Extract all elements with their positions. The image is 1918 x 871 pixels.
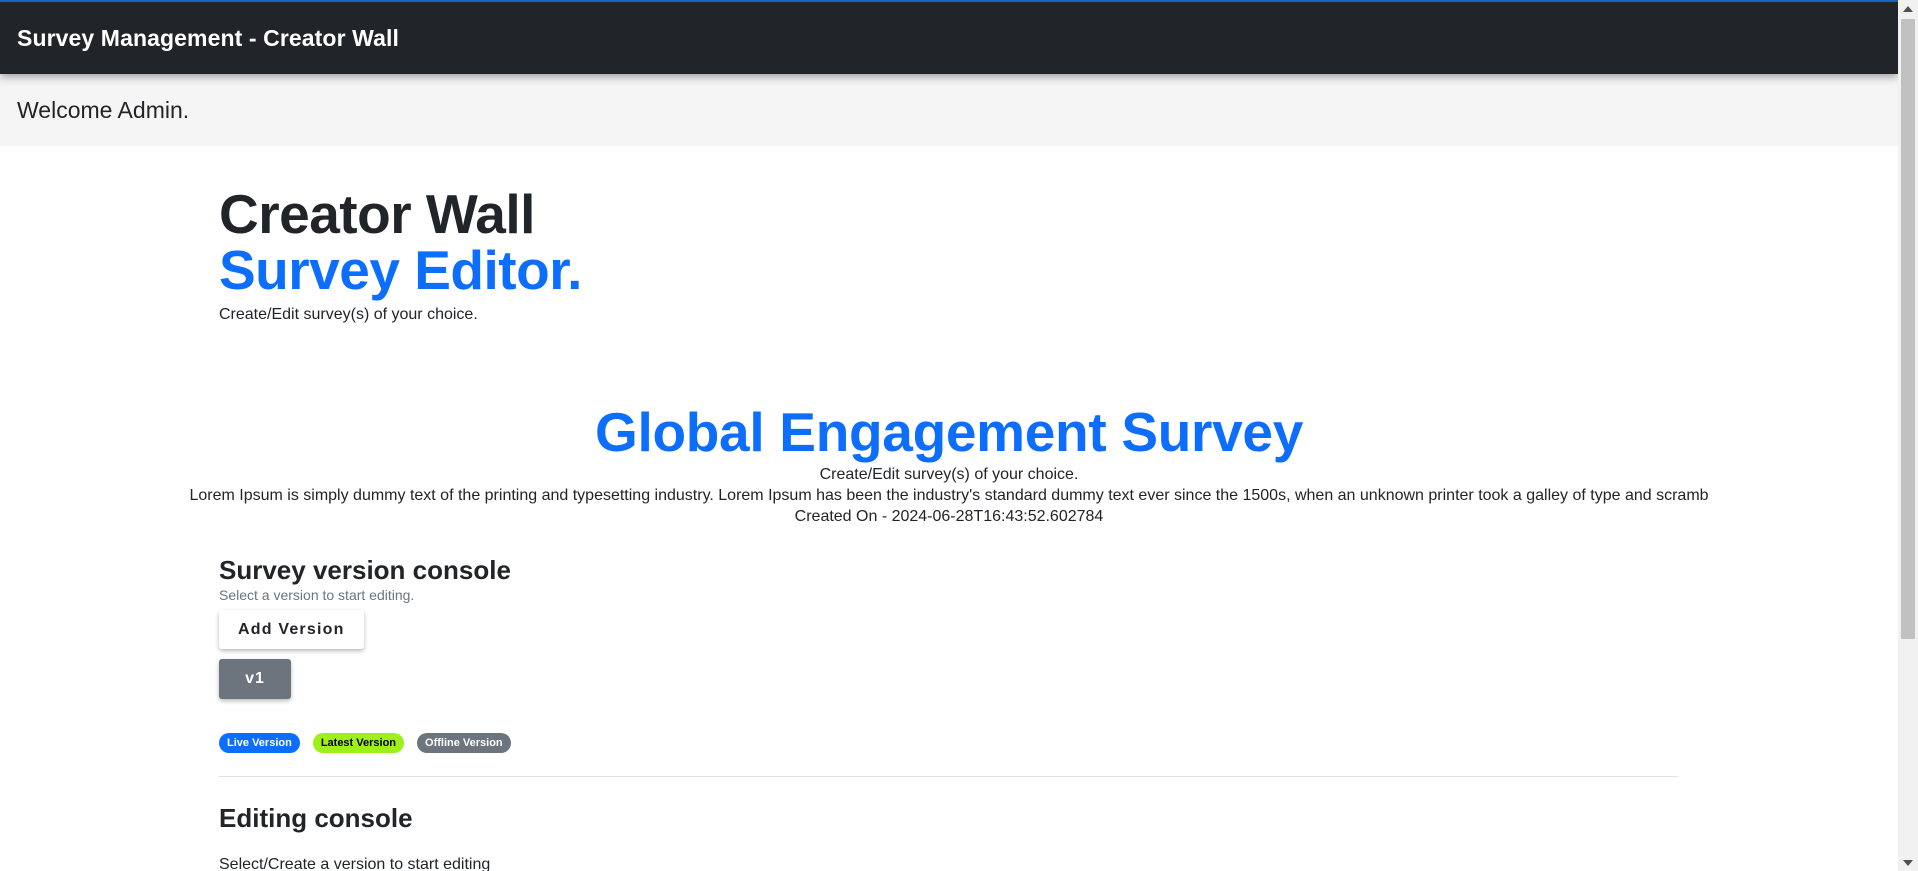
survey-created-on: Created On - 2024-06-28T16:43:52.602784 (794, 508, 1104, 525)
latest-version-badge: Latest Version (312, 733, 405, 753)
survey-description: Lorem Ipsum is simply dummy text of the … (189, 487, 1709, 504)
hero-section: Creator Wall Survey Editor. Create/Edit … (219, 186, 582, 324)
scroll-thumb[interactable] (1901, 19, 1915, 639)
version-console-hint: Select a version to start editing. (219, 587, 415, 603)
survey-header: Global Engagement Survey Create/Edit sur… (0, 400, 1898, 527)
add-version-button[interactable]: Add Version (219, 610, 364, 649)
section-divider (219, 776, 1678, 777)
live-version-badge: Live Version (219, 733, 300, 753)
app-title: Survey Management - Creator Wall (17, 24, 399, 51)
version-console-title: Survey version console (219, 555, 511, 585)
page-subtitle: Survey Editor. (219, 239, 582, 301)
version-console: Survey version console Select a version … (219, 554, 1678, 871)
offline-version-badge: Offline Version (417, 733, 511, 753)
page-description: Create/Edit survey(s) of your choice. (219, 306, 478, 323)
main-content: Creator Wall Survey Editor. Create/Edit … (0, 146, 1898, 871)
page: Survey Management - Creator Wall Welcome… (0, 0, 1918, 871)
editing-console-title: Editing console (219, 803, 413, 833)
version-button-v1[interactable]: v1 (219, 659, 291, 699)
page-title: Creator Wall (219, 183, 535, 245)
editing-console-hint: Select/Create a version to start editing (219, 856, 491, 871)
version-legend: Live Version Latest Version Offline Vers… (219, 733, 1678, 753)
vertical-scrollbar[interactable] (1898, 0, 1918, 871)
scroll-up-arrow-icon[interactable] (1898, 0, 1918, 17)
app-bar: Survey Management - Creator Wall (0, 0, 1898, 74)
welcome-text: Welcome Admin. (17, 96, 190, 123)
survey-title: Global Engagement Survey (595, 401, 1303, 463)
welcome-banner: Welcome Admin. (0, 74, 1898, 146)
survey-tagline: Create/Edit survey(s) of your choice. (819, 466, 1079, 483)
scroll-down-arrow-icon[interactable] (1898, 854, 1918, 871)
